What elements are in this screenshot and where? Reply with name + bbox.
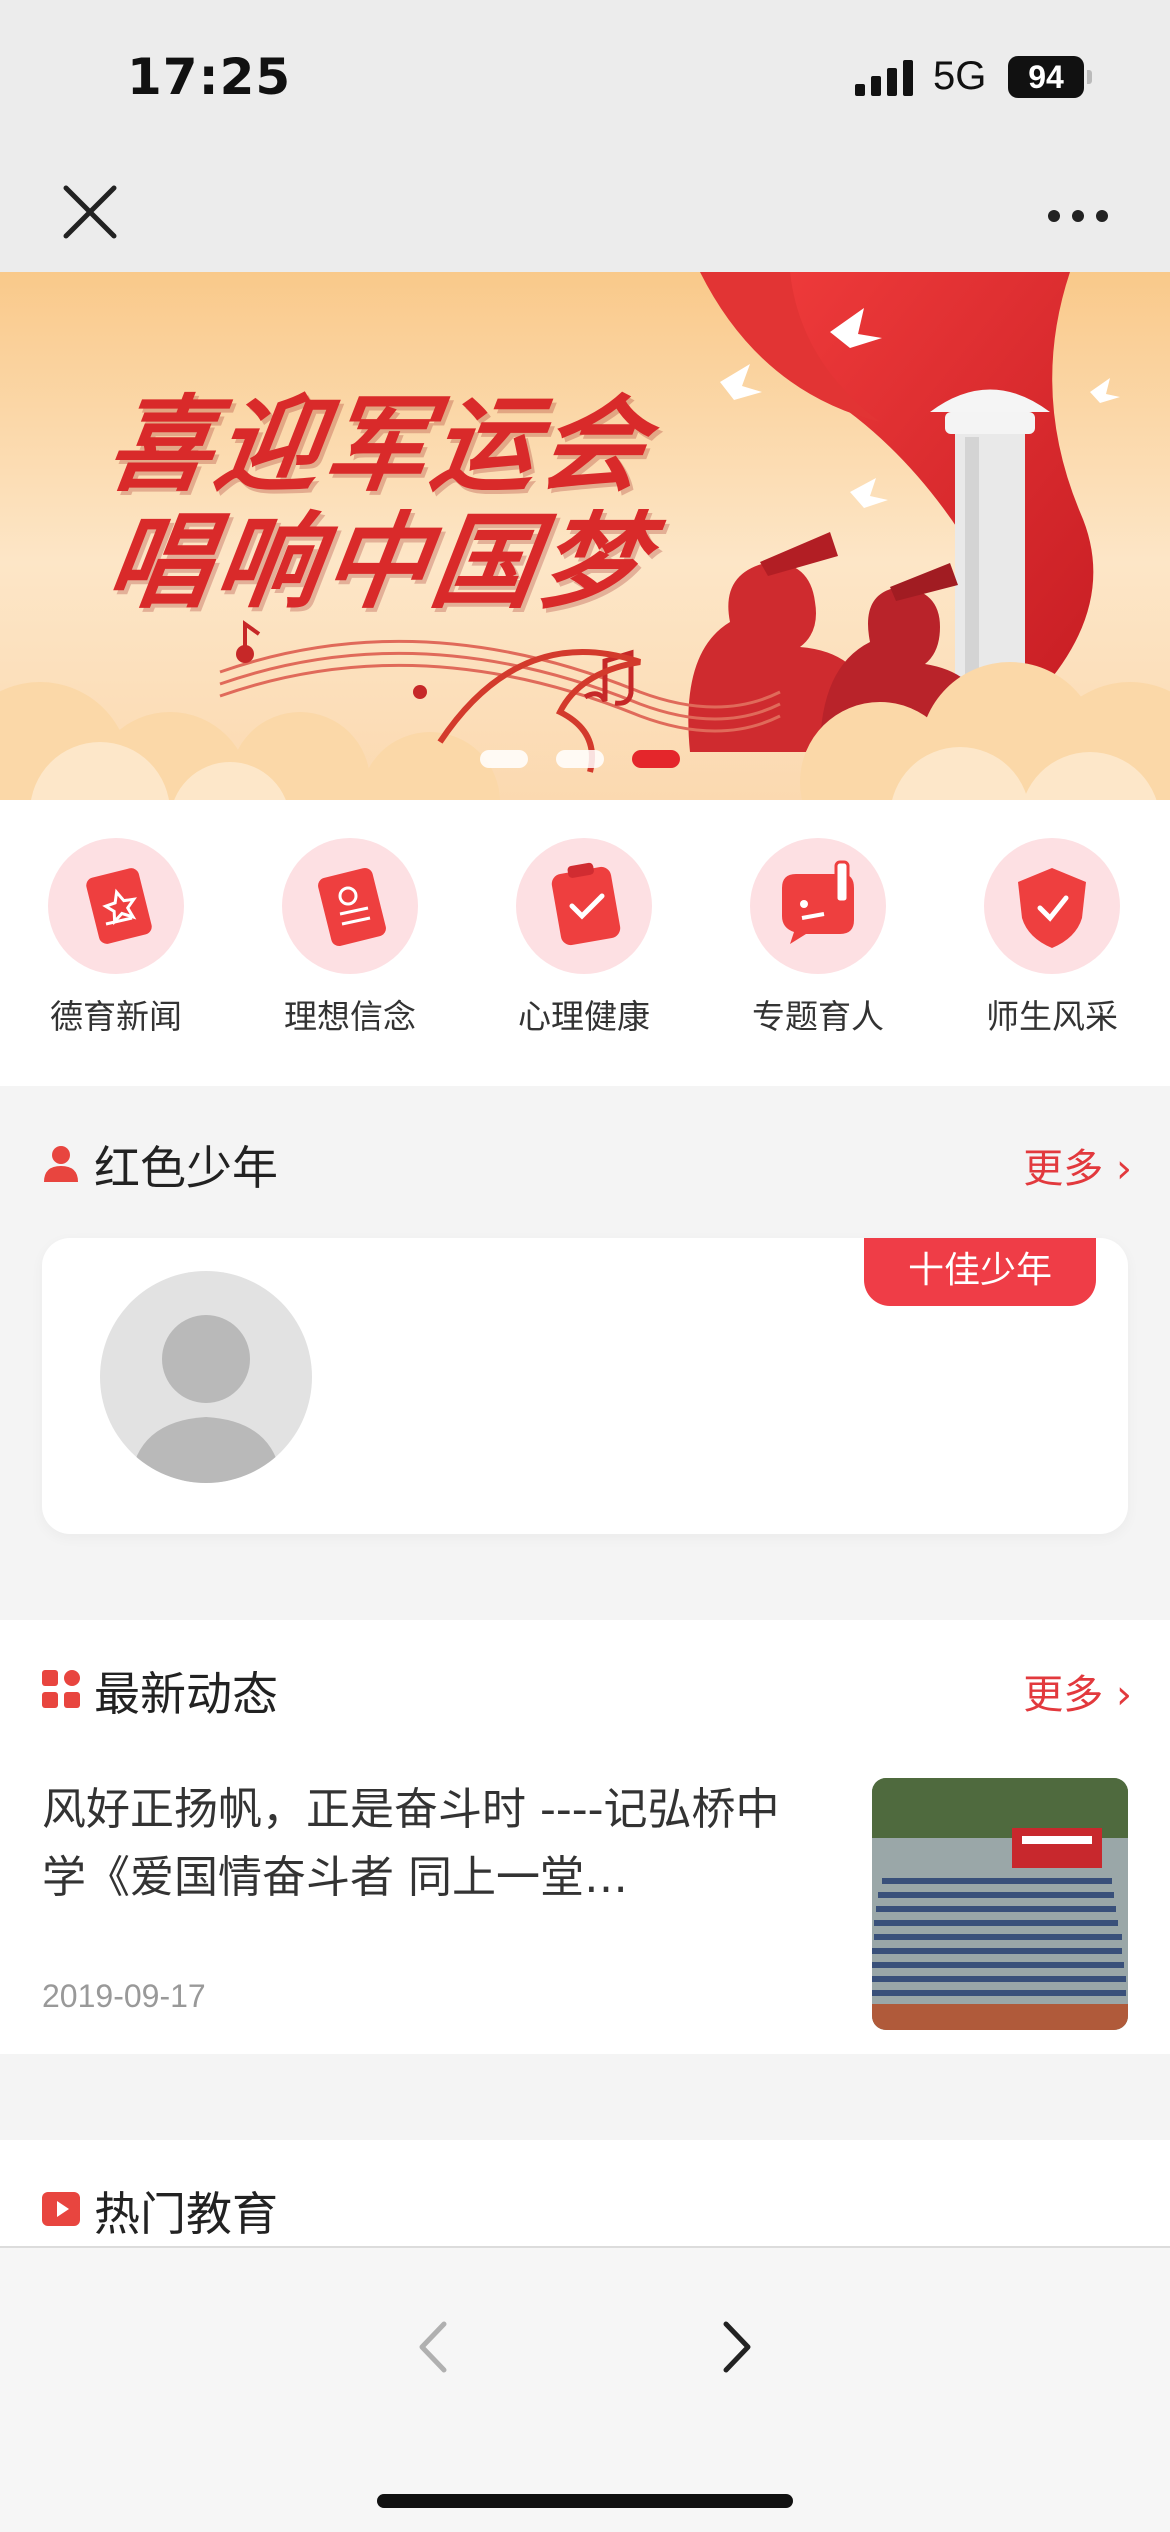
news-item-title[interactable]: 风好正扬帆，正是奋斗时 ----记弘桥中学《爱国情奋斗者 同上一堂… [42,1776,802,1912]
carousel-dot-active[interactable] [632,750,680,768]
carousel-indicator [480,750,680,768]
clipboard-check-icon [516,838,652,974]
news-icon [48,838,184,974]
video-icon [42,2192,80,2226]
menu-item-label: 德育新闻 [50,997,182,1036]
more-label: 更多 [1023,1672,1104,1718]
hot-education-section: 热门教育 [0,2140,1170,2250]
more-options-icon[interactable] [1040,182,1120,242]
news-item-date: 2019-09-17 [42,1978,206,2014]
banner-carousel[interactable]: 喜迎军运会 唱响中国梦 [0,272,1170,800]
back-arrow-icon[interactable] [400,2312,470,2382]
red-youth-header: 红色少年 更多 › [42,1132,1132,1195]
menu-item-label: 专题育人 [752,997,884,1036]
section-title: 红色少年 [94,1141,278,1195]
battery-cap [1087,70,1092,84]
chevron-right-icon: › [1116,1146,1132,1192]
status-bar: 17:25 5G 94 [0,0,1170,150]
latest-news-more-link[interactable]: 更多 › [1023,1662,1132,1720]
news-item-thumbnail[interactable] [872,1778,1128,2030]
chat-pen-icon [750,838,886,974]
quick-menu: 德育新闻 理想信念 心理健康 专题育人 师生风采 [0,800,1170,1086]
home-indicator[interactable] [377,2494,793,2508]
menu-item-teacher-student[interactable]: 师生风采 [962,838,1142,1038]
person-icon [44,1146,78,1182]
grid-icon [42,1670,80,1708]
menu-item-label: 理想信念 [284,997,416,1036]
signal-icon [855,60,913,96]
menu-item-mental-health[interactable]: 心理健康 [494,838,674,1038]
menu-item-topic-education[interactable]: 专题育人 [728,838,908,1038]
top-ten-badge: 十佳少年 [864,1238,1096,1306]
carousel-dot[interactable] [480,750,528,768]
browser-toolbar [0,2246,1170,2532]
menu-item-ideals[interactable]: 理想信念 [260,838,440,1038]
section-title: 热门教育 [94,2187,278,2241]
battery-icon: 94 [1008,56,1084,98]
carousel-dot[interactable] [556,750,604,768]
hot-education-header: 热门教育 [42,2178,1132,2241]
latest-news-header: 最新动态 更多 › [42,1658,1132,1721]
network-type: 5G [933,54,987,98]
more-label: 更多 [1023,1146,1104,1192]
avatar [100,1271,312,1483]
section-title: 最新动态 [94,1667,278,1721]
page: 17:25 5G 94 喜迎军运会 唱响中国梦 德育新闻 理想信念 心理健康 专… [0,0,1170,2532]
menu-item-moral-news[interactable]: 德育新闻 [26,838,206,1038]
red-youth-card[interactable]: 十佳少年 [42,1238,1128,1534]
chevron-right-icon: › [1116,1672,1132,1718]
nav-bar [0,150,1170,272]
shield-check-icon [984,838,1120,974]
forward-arrow-icon[interactable] [700,2312,770,2382]
menu-item-label: 心理健康 [518,997,650,1036]
close-icon[interactable] [50,172,130,252]
party-book-icon [282,838,418,974]
banner-title-line2: 唱响中国梦 [100,500,658,623]
red-youth-more-link[interactable]: 更多 › [1023,1136,1132,1194]
menu-item-label: 师生风采 [986,997,1118,1036]
latest-news-section: 最新动态 更多 › 风好正扬帆，正是奋斗时 ----记弘桥中学《爱国情奋斗者 同… [0,1620,1170,2054]
status-time: 17:25 [127,48,292,106]
